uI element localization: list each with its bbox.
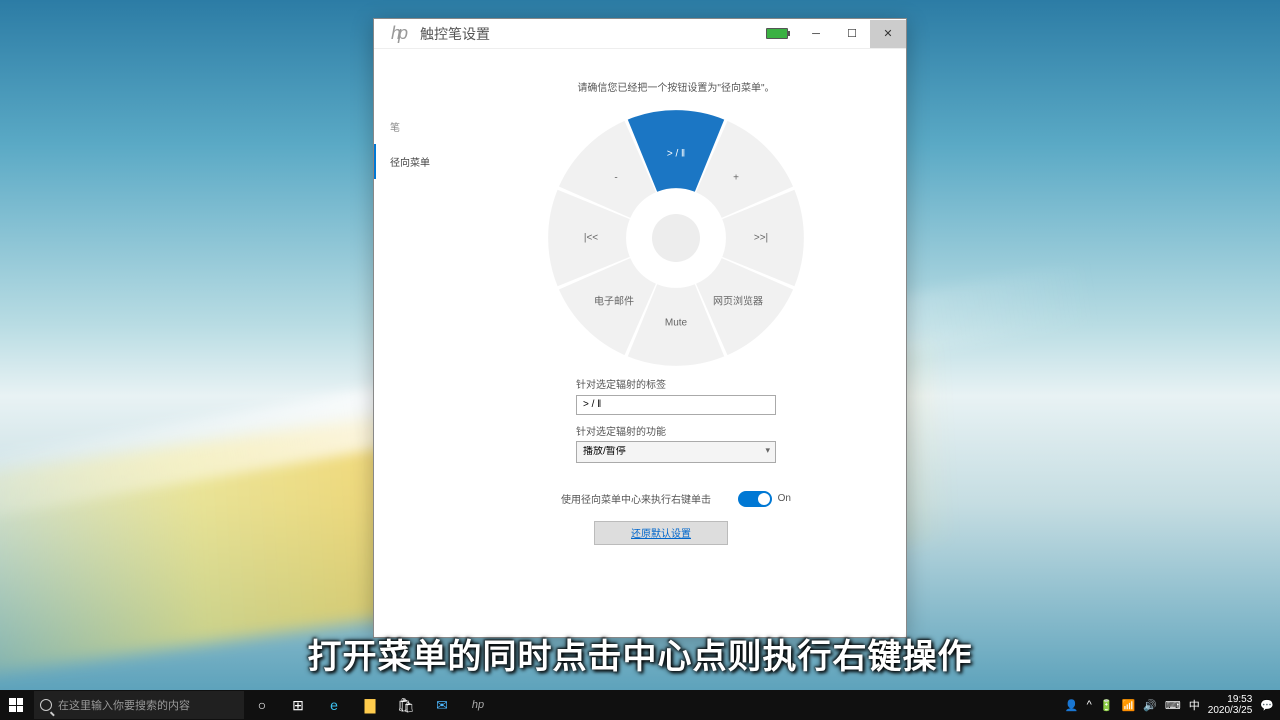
- label-input[interactable]: [576, 395, 776, 415]
- start-button[interactable]: [0, 690, 32, 720]
- radial-center[interactable]: [652, 214, 700, 262]
- mail-icon[interactable]: ✉: [424, 690, 460, 720]
- search-placeholder: 在这里输入你要搜索的内容: [58, 697, 190, 713]
- minimize-button[interactable]: ─: [798, 20, 834, 48]
- battery-icon: [766, 28, 788, 39]
- video-subtitle: 打开菜单的同时点击中心点则执行右键操作: [308, 629, 973, 678]
- hp-app-icon[interactable]: hp: [460, 690, 496, 720]
- store-icon[interactable]: 🛍: [388, 690, 424, 720]
- close-button[interactable]: ✕: [870, 20, 906, 48]
- wifi-icon[interactable]: 📶: [1122, 699, 1136, 712]
- sidebar-item-pen[interactable]: 笔: [374, 109, 446, 144]
- edge-icon[interactable]: e: [316, 690, 352, 720]
- clock-time: 19:53: [1208, 694, 1253, 705]
- instruction-text: 请确信您已经把一个按钮设置为"径向菜单"。: [577, 79, 774, 94]
- main-panel: 请确信您已经把一个按钮设置为"径向菜单"。: [446, 49, 906, 637]
- right-click-toggle[interactable]: [738, 491, 772, 507]
- ime-indicator[interactable]: 中: [1189, 697, 1200, 713]
- radial-menu: > / ‖ + >>| 网页浏览器 Mute 电子邮件 |<< -: [546, 108, 806, 368]
- keyboard-icon[interactable]: ⌨: [1165, 699, 1181, 712]
- windows-icon: [9, 698, 23, 712]
- battery-tray-icon[interactable]: 🔋: [1100, 699, 1114, 712]
- explorer-icon[interactable]: ▇: [352, 690, 388, 720]
- taskbar-search[interactable]: 在这里输入你要搜索的内容: [34, 691, 244, 719]
- notifications-icon[interactable]: 💬: [1260, 699, 1274, 712]
- clock-date: 2020/3/25: [1208, 705, 1253, 716]
- label-field-label: 针对选定辐射的标签: [576, 376, 776, 391]
- search-icon: [40, 699, 52, 711]
- window-title: 触控笔设置: [420, 24, 766, 44]
- cortana-icon[interactable]: ○: [244, 690, 280, 720]
- volume-icon[interactable]: 🔊: [1143, 699, 1157, 712]
- app-window: hp 触控笔设置 ─ ☐ ✕ 笔 径向菜单 请确信您已经把一个按钮设置为"径向菜…: [373, 18, 907, 638]
- function-select[interactable]: 播放/暂停: [576, 441, 776, 463]
- toggle-state-text: On: [778, 493, 791, 504]
- toggle-label: 使用径向菜单中心来执行右键单击: [561, 491, 711, 506]
- tray-expand-icon[interactable]: ^: [1087, 699, 1092, 711]
- taskbar: 在这里输入你要搜索的内容 ○ ⊞ e ▇ 🛍 ✉ hp 👤 ^ 🔋 📶 🔊 ⌨ …: [0, 690, 1280, 720]
- maximize-button[interactable]: ☐: [834, 20, 870, 48]
- clock[interactable]: 19:53 2020/3/25: [1208, 694, 1253, 716]
- sidebar-item-radial-menu[interactable]: 径向菜单: [374, 144, 446, 179]
- task-view-icon[interactable]: ⊞: [280, 690, 316, 720]
- sidebar: 笔 径向菜单: [374, 49, 446, 637]
- reset-defaults-button[interactable]: 还原默认设置: [594, 521, 728, 545]
- function-field-label: 针对选定辐射的功能: [576, 423, 776, 438]
- people-icon[interactable]: 👤: [1065, 699, 1079, 712]
- titlebar: hp 触控笔设置 ─ ☐ ✕: [374, 19, 906, 49]
- hp-logo-icon: hp: [384, 20, 412, 48]
